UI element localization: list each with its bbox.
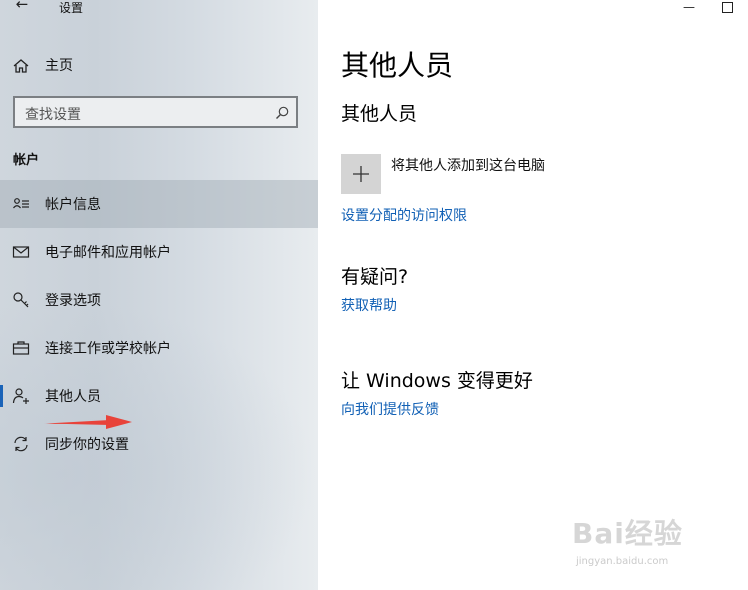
nav-home-label: 主页 [45, 58, 73, 74]
briefcase-icon [12, 341, 30, 355]
sidebar-item-label: 帐户信息 [45, 197, 101, 213]
minimize-icon[interactable]: — [683, 0, 695, 14]
plus-icon [353, 166, 369, 182]
back-arrow-icon[interactable]: ← [12, 0, 32, 14]
search-input[interactable]: 查找设置 [13, 96, 298, 128]
sidebar: ← 设置 主页 查找设置 帐户 帐户信息 电子邮件和应用帐户 登录选项 连接工作… [0, 0, 318, 590]
person-add-icon [12, 388, 29, 404]
app-title: 设置 [59, 1, 84, 15]
get-help-link[interactable]: 获取帮助 [341, 295, 397, 315]
search-placeholder: 查找设置 [25, 107, 81, 123]
sidebar-item-label: 同步你的设置 [45, 437, 129, 453]
subsection-title: 其他人员 [341, 103, 418, 125]
page-title: 其他人员 [341, 49, 454, 82]
improve-windows-title: 让 Windows 变得更好 [341, 370, 533, 392]
search-icon[interactable] [274, 105, 290, 121]
nav-home[interactable]: 主页 [0, 50, 318, 80]
main-content: — 其他人员 其他人员 将其他人添加到这台电脑 设置分配的访问权限 有疑问? 获… [318, 0, 748, 590]
sidebar-item-label: 连接工作或学校帐户 [45, 341, 171, 357]
baidu-watermark: Bai经验 jingyan.baidu.com [572, 508, 712, 578]
selection-indicator [0, 385, 3, 407]
question-title: 有疑问? [341, 266, 409, 288]
sidebar-item-other-people[interactable]: 其他人员 [0, 372, 318, 420]
sidebar-item-label: 其他人员 [45, 389, 101, 405]
add-person-label[interactable]: 将其他人添加到这台电脑 [391, 155, 545, 175]
sidebar-item-label: 电子邮件和应用帐户 [45, 245, 171, 261]
add-person-button[interactable] [341, 154, 381, 194]
sync-icon [14, 436, 28, 452]
key-icon [13, 292, 29, 308]
sidebar-item-work-school[interactable]: 连接工作或学校帐户 [0, 324, 318, 372]
maximize-icon[interactable] [722, 2, 733, 13]
sidebar-item-account-info[interactable]: 帐户信息 [0, 180, 318, 228]
sidebar-item-label: 登录选项 [45, 293, 101, 309]
home-icon [13, 59, 29, 73]
sidebar-item-sign-in-options[interactable]: 登录选项 [0, 276, 318, 324]
annotation-arrow-icon [44, 415, 132, 429]
assigned-access-link[interactable]: 设置分配的访问权限 [341, 205, 467, 225]
sidebar-item-email-accounts[interactable]: 电子邮件和应用帐户 [0, 228, 318, 276]
title-bar: ← 设置 [0, 0, 318, 18]
feedback-link[interactable]: 向我们提供反馈 [341, 399, 439, 419]
watermark-url: jingyan.baidu.com [576, 556, 669, 567]
section-title: 帐户 [13, 153, 40, 168]
account-info-icon [13, 198, 29, 209]
mail-icon [12, 246, 30, 258]
watermark-text: Bai经验 [572, 517, 683, 550]
